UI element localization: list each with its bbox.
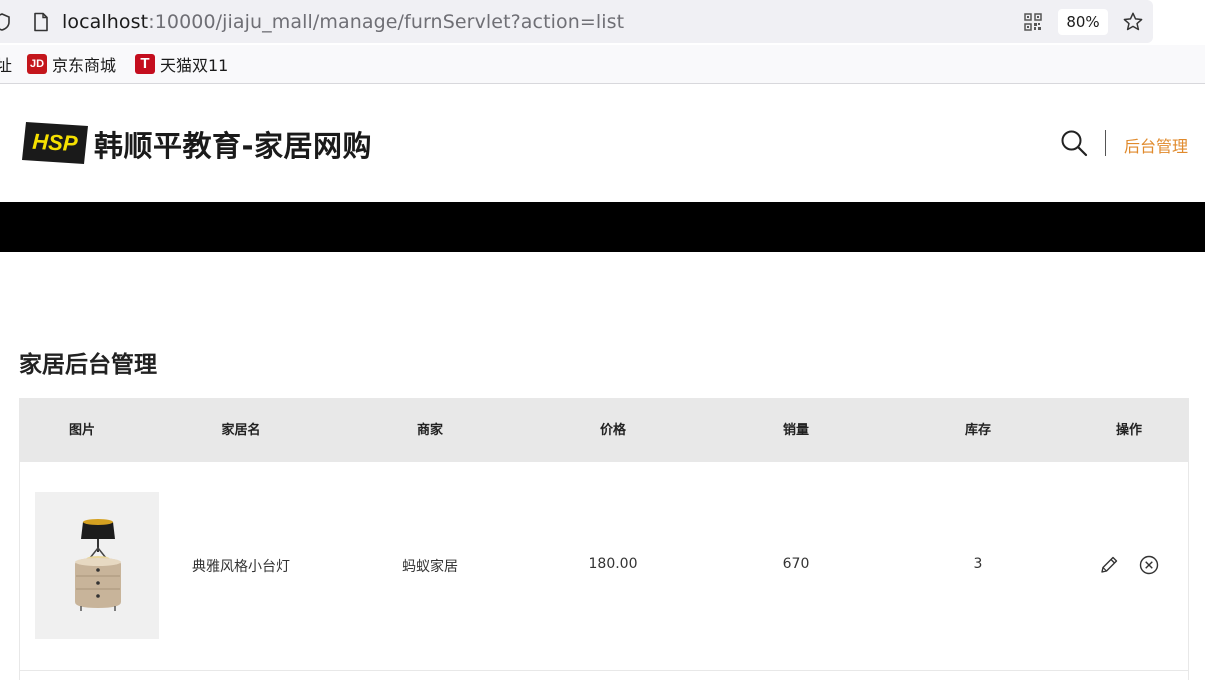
column-header-price: 价格 xyxy=(599,423,627,438)
nav-band xyxy=(0,202,1205,252)
furniture-table: 图片 家居名 商家 价格 销量 库存 操作 典雅风格小台灯 蚂蚁家居 180.0… xyxy=(19,398,1189,680)
url-text[interactable]: localhost:10000/jiaju_mall/manage/furnSe… xyxy=(62,9,624,35)
bookmark-star-icon[interactable] xyxy=(1122,11,1144,33)
logo[interactable]: HSP xyxy=(22,120,88,164)
table-row: 典雅风格小台灯 蚂蚁家居 180.00 670 3 xyxy=(20,462,1188,671)
tmall-icon: T xyxy=(135,54,155,74)
page-icon[interactable] xyxy=(32,12,50,32)
column-header-image: 图片 xyxy=(68,423,96,438)
product-image[interactable] xyxy=(35,492,159,639)
column-header-sales: 销量 xyxy=(782,423,810,438)
url-path: :10000/jiaju_mall/manage/furnServlet?act… xyxy=(148,11,625,33)
site-title[interactable]: 韩顺平教育-家居网购 xyxy=(94,123,372,165)
cell-name: 典雅风格小台灯 xyxy=(192,559,290,575)
column-header-name: 家居名 xyxy=(221,423,261,438)
bookmark-tmall[interactable]: T 天猫双11 xyxy=(135,53,228,75)
cell-price: 180.00 xyxy=(588,556,638,572)
bookmark-jd[interactable]: JD 京东商城 xyxy=(27,53,116,75)
bookmarks-bar: 址 JD 京东商城 T 天猫双11 xyxy=(0,45,1205,84)
column-header-maker: 商家 xyxy=(416,423,444,438)
jd-icon: JD xyxy=(27,54,47,74)
bookmark-label: 京东商城 xyxy=(52,56,117,75)
page-title: 家居后台管理 xyxy=(19,352,157,378)
zoom-level[interactable]: 80% xyxy=(1058,9,1108,35)
column-header-stock: 库存 xyxy=(964,423,992,438)
edit-pencil-icon[interactable] xyxy=(1098,554,1120,576)
qr-code-icon[interactable] xyxy=(1024,13,1042,31)
url-host: localhost xyxy=(62,11,149,33)
cell-stock: 3 xyxy=(973,556,983,572)
bookmark-label: 址 xyxy=(0,56,13,75)
table-header: 图片 家居名 商家 价格 销量 库存 操作 xyxy=(20,399,1188,462)
bookmark-item[interactable]: 址 xyxy=(0,53,12,75)
shield-icon[interactable] xyxy=(0,12,12,32)
column-header-actions: 操作 xyxy=(1115,423,1143,438)
cell-maker: 蚂蚁家居 xyxy=(402,559,458,575)
admin-link[interactable]: 后台管理 xyxy=(1124,133,1188,157)
header-divider xyxy=(1105,130,1106,156)
delete-circle-x-icon[interactable] xyxy=(1138,554,1160,576)
search-icon[interactable] xyxy=(1060,129,1088,157)
address-bar[interactable]: localhost:10000/jiaju_mall/manage/furnSe… xyxy=(0,0,1153,43)
cell-sales: 670 xyxy=(782,556,810,572)
bookmark-label: 天猫双11 xyxy=(160,56,229,75)
logo-text: HSP xyxy=(32,129,79,156)
